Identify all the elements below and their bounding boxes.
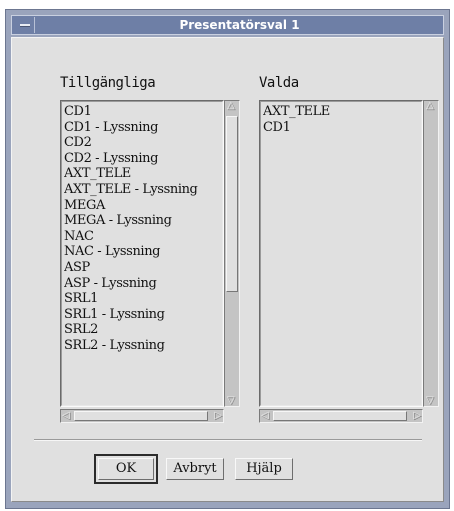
- list-item[interactable]: CD2 - Lyssning: [64, 151, 221, 167]
- available-vscroll-thumb[interactable]: [226, 116, 238, 292]
- selected-label: Valda: [259, 75, 299, 91]
- title-bar[interactable]: Presentatörsval 1: [11, 15, 444, 35]
- list-item[interactable]: CD1: [64, 104, 221, 120]
- scroll-up-arrow-icon[interactable]: △: [227, 101, 235, 111]
- available-vertical-scrollbar[interactable]: △ ▽: [224, 100, 240, 407]
- selected-vertical-scrollbar[interactable]: △ ▽: [423, 100, 439, 407]
- list-item[interactable]: SRL1: [64, 291, 221, 307]
- scroll-right-arrow-icon[interactable]: ▷: [413, 411, 421, 421]
- list-item[interactable]: MEGA - Lyssning: [64, 213, 221, 229]
- list-item[interactable]: ASP: [64, 260, 221, 276]
- scroll-down-arrow-icon[interactable]: ▽: [227, 396, 235, 406]
- list-item[interactable]: CD2: [64, 135, 221, 151]
- list-item[interactable]: MEGA: [64, 198, 221, 214]
- list-item[interactable]: CD1: [263, 120, 420, 136]
- available-items: CD1 CD1 - Lyssning CD2 CD2 - Lyssning AXT_TE…: [64, 104, 221, 404]
- available-hscroll-thumb[interactable]: [74, 411, 208, 421]
- list-item[interactable]: SRL2 - Lyssning: [64, 338, 221, 354]
- selected-list[interactable]: AXT_TELE CD1: [259, 100, 423, 407]
- window-title: Presentatörsval 1: [179, 18, 300, 32]
- ok-button[interactable]: OK: [94, 454, 158, 484]
- available-horizontal-scrollbar[interactable]: ◁ ▷: [60, 409, 224, 423]
- available-list[interactable]: CD1 CD1 - Lyssning CD2 CD2 - Lyssning AXT_TE…: [60, 100, 224, 407]
- list-item[interactable]: NAC: [64, 229, 221, 245]
- dialog-body: Tillgängliga CD1 CD1 - Lyssning CD2 CD2 - L…: [11, 37, 444, 502]
- selected-horizontal-scrollbar[interactable]: ◁ ▷: [259, 409, 423, 423]
- separator: [34, 439, 422, 441]
- window-menu-icon[interactable]: [15, 17, 35, 33]
- list-item[interactable]: CD1 - Lyssning: [64, 120, 221, 136]
- cancel-button[interactable]: Avbryt: [166, 458, 224, 480]
- available-label: Tillgängliga: [60, 75, 156, 91]
- list-item[interactable]: SRL2: [64, 322, 221, 338]
- list-item[interactable]: AXT_TELE: [64, 166, 221, 182]
- selected-hscroll-thumb[interactable]: [273, 411, 407, 421]
- help-button[interactable]: Hjälp: [235, 458, 293, 480]
- list-item[interactable]: NAC - Lyssning: [64, 244, 221, 260]
- list-item[interactable]: AXT_TELE: [263, 104, 420, 120]
- scroll-down-arrow-icon[interactable]: ▽: [426, 396, 434, 406]
- list-item[interactable]: SRL1 - Lyssning: [64, 307, 221, 323]
- scroll-right-arrow-icon[interactable]: ▷: [214, 411, 222, 421]
- list-item[interactable]: AXT_TELE - Lyssning: [64, 182, 221, 198]
- selected-items: AXT_TELE CD1: [263, 104, 420, 404]
- scroll-up-arrow-icon[interactable]: △: [426, 101, 434, 111]
- scroll-left-arrow-icon[interactable]: ◁: [261, 411, 269, 421]
- list-item[interactable]: ASP - Lyssning: [64, 276, 221, 292]
- dialog-window: Presentatörsval 1 Tillgängliga CD1 CD1 - …: [5, 9, 450, 509]
- scroll-left-arrow-icon[interactable]: ◁: [62, 411, 70, 421]
